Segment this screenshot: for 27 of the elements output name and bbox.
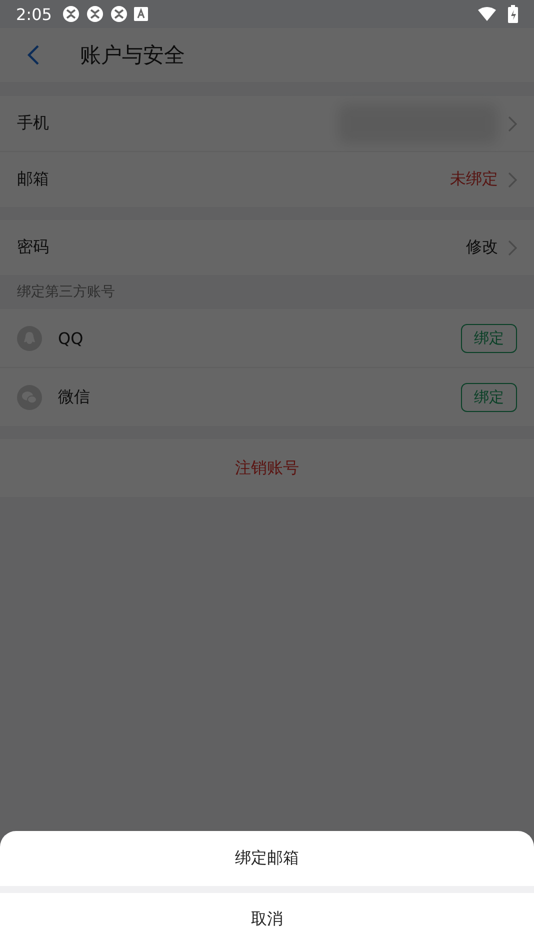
settings-row[interactable]: 手机	[0, 96, 534, 152]
notification-icon	[62, 5, 80, 23]
notification-icon	[110, 5, 128, 23]
notification-icon	[134, 7, 148, 21]
bind-button[interactable]: 绑定	[461, 382, 517, 412]
sheet-option[interactable]: 绑定邮箱	[0, 831, 534, 886]
row-label: 密码	[17, 237, 50, 258]
back-icon[interactable]	[26, 44, 40, 66]
cancel-button[interactable]: 取消	[0, 886, 534, 945]
delete-account-button[interactable]: 注销账号	[0, 439, 534, 497]
bind-button[interactable]: 绑定	[461, 324, 517, 352]
wifi-icon	[478, 7, 496, 21]
account-name: 微信	[58, 386, 91, 408]
chevron-icon	[508, 240, 517, 256]
row-value: 未绑定	[450, 169, 498, 190]
settings-row[interactable]: 密码 修改	[0, 220, 534, 275]
page-title: 账户与安全	[80, 42, 185, 69]
chevron-icon	[508, 172, 517, 188]
battery-icon	[508, 5, 518, 23]
settings-row[interactable]: 邮箱 未绑定	[0, 152, 534, 207]
row-value: 修改	[466, 237, 498, 258]
chevron-icon	[508, 116, 517, 132]
account-name: QQ	[58, 328, 84, 348]
row-label: 邮箱	[17, 169, 50, 190]
row-label: 手机	[17, 113, 50, 134]
status-time: 2:05	[16, 4, 52, 24]
notification-icon	[86, 5, 104, 23]
